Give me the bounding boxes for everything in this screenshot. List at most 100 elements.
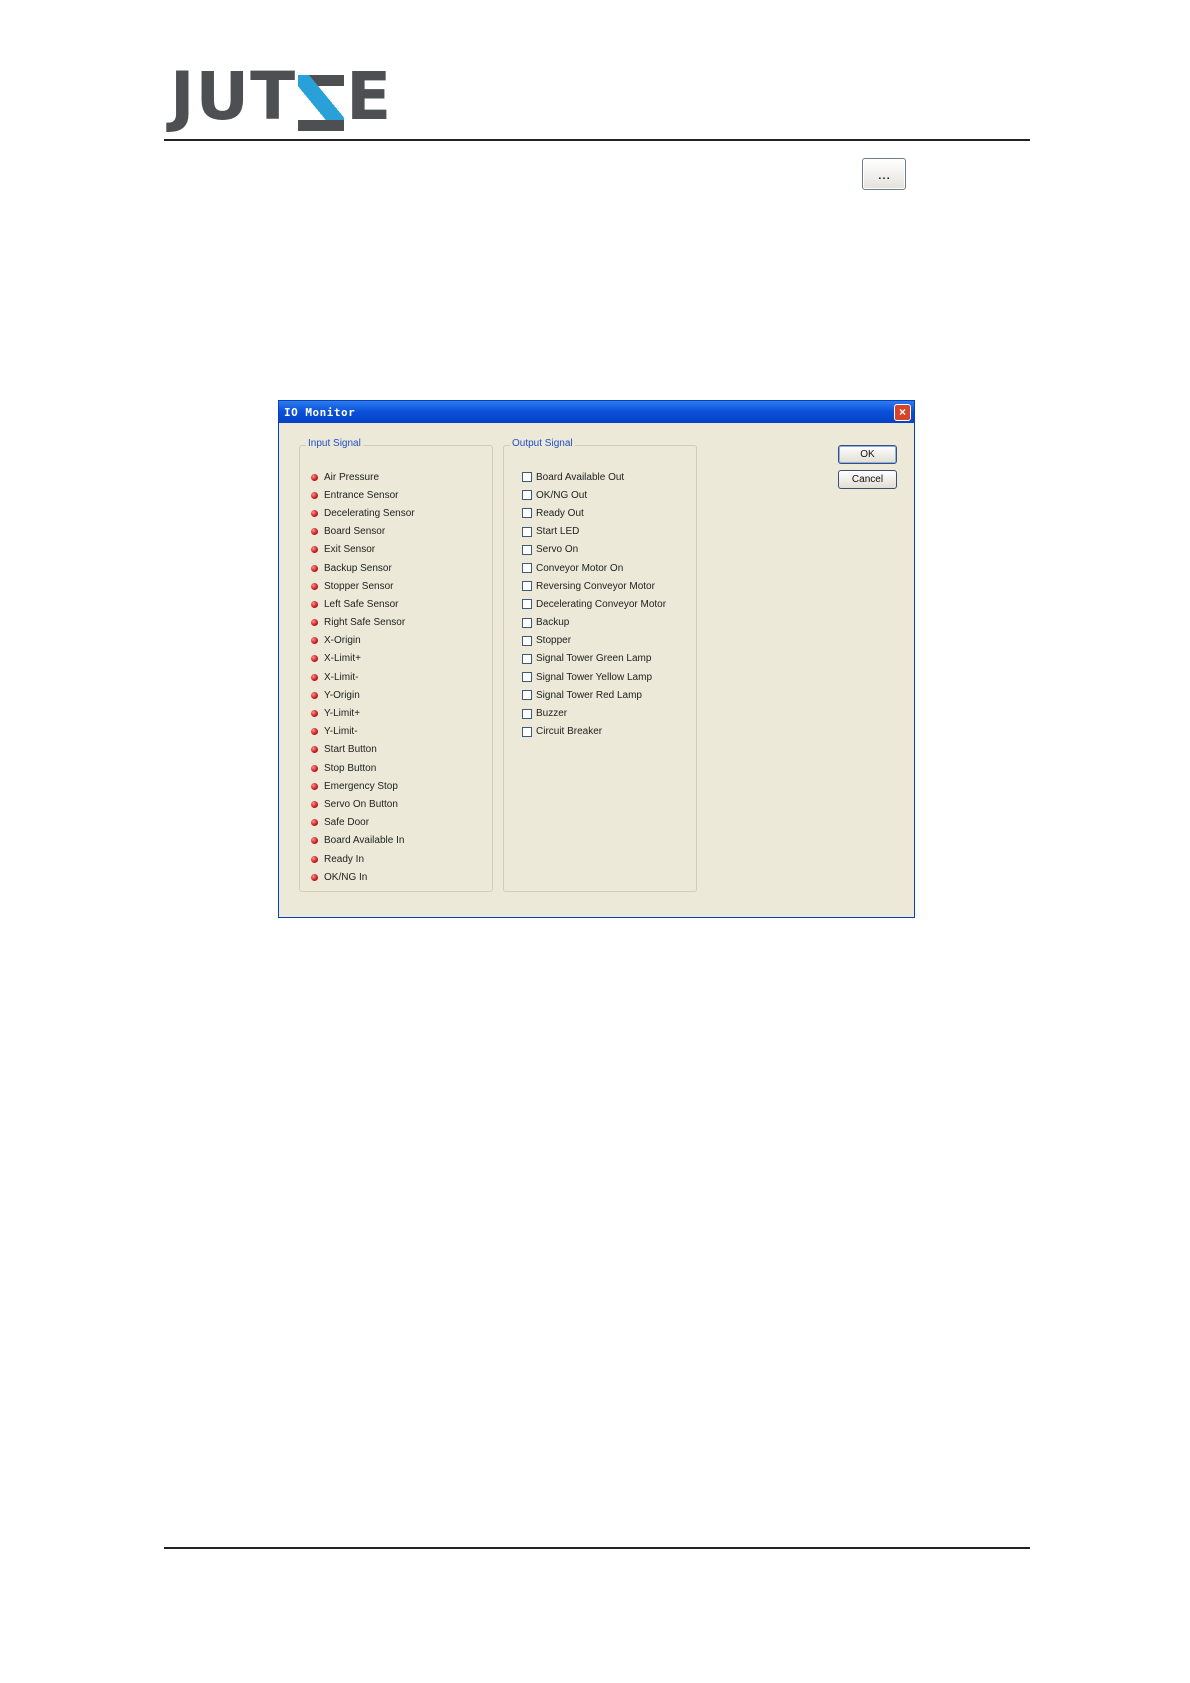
- led-indicator-icon: [311, 819, 318, 827]
- cancel-button[interactable]: Cancel: [838, 470, 897, 489]
- signal-label: Servo On: [536, 544, 579, 556]
- output-checkbox[interactable]: [522, 635, 532, 646]
- output-signal-item[interactable]: OK/NG Out: [522, 486, 666, 504]
- input-signal-item: Board Available In: [311, 832, 415, 850]
- signal-label: Exit Sensor: [324, 544, 376, 556]
- output-checkbox[interactable]: [522, 508, 532, 519]
- output-checkbox[interactable]: [522, 472, 532, 483]
- logo-text-jut: JUT: [170, 58, 297, 135]
- ellipsis-button[interactable]: ...: [862, 158, 906, 190]
- output-checkbox[interactable]: [522, 672, 532, 683]
- output-signal-item[interactable]: Signal Tower Red Lamp: [522, 686, 666, 704]
- led-indicator-icon: [311, 691, 318, 699]
- led-indicator-icon: [311, 509, 318, 517]
- dialog-titlebar[interactable]: IO Monitor ×: [279, 401, 914, 423]
- led-indicator-icon: [311, 528, 318, 536]
- led-indicator-icon: [311, 710, 318, 718]
- output-checkbox[interactable]: [522, 708, 532, 719]
- output-signal-group: Output Signal Board Available Out OK/NG O…: [503, 438, 697, 892]
- output-checkbox[interactable]: [522, 690, 532, 701]
- signal-label: Servo On Button: [324, 798, 398, 810]
- output-signal-item[interactable]: Board Available Out: [522, 468, 666, 486]
- output-checkbox[interactable]: [522, 653, 532, 664]
- led-indicator-icon: [311, 764, 318, 772]
- output-checkbox[interactable]: [522, 490, 532, 501]
- output-signal-item[interactable]: Servo On: [522, 541, 666, 559]
- output-checkbox[interactable]: [522, 581, 532, 592]
- signal-label: Stopper: [536, 635, 572, 647]
- signal-label: Safe Door: [324, 817, 370, 829]
- led-indicator-icon: [311, 491, 318, 499]
- led-indicator-icon: [311, 546, 318, 554]
- input-signal-item: Y-Limit+: [311, 704, 415, 722]
- led-indicator-icon: [311, 873, 318, 881]
- output-signal-item[interactable]: Backup: [522, 614, 666, 632]
- input-signal-item: Y-Limit-: [311, 723, 415, 741]
- ok-button[interactable]: OK: [838, 445, 897, 464]
- output-signal-item[interactable]: Ready Out: [522, 504, 666, 522]
- signal-label: Right Safe Sensor: [324, 617, 406, 629]
- signal-label: X-Limit-: [324, 671, 359, 683]
- input-signal-item: Board Sensor: [311, 523, 415, 541]
- input-signal-item: Left Safe Sensor: [311, 595, 415, 613]
- signal-label: X-Origin: [324, 635, 361, 647]
- signal-label: Board Sensor: [324, 526, 386, 538]
- output-signal-item[interactable]: Circuit Breaker: [522, 723, 666, 741]
- input-signal-item: X-Limit+: [311, 650, 415, 668]
- input-signal-item: Ready In: [311, 850, 415, 868]
- signal-label: Reversing Conveyor Motor: [536, 580, 655, 592]
- input-signal-item: Safe Door: [311, 814, 415, 832]
- signal-label: Y-Origin: [324, 689, 360, 701]
- output-signal-item[interactable]: Stopper: [522, 632, 666, 650]
- output-signal-item[interactable]: Signal Tower Green Lamp: [522, 650, 666, 668]
- output-signal-item[interactable]: Reversing Conveyor Motor: [522, 577, 666, 595]
- led-indicator-icon: [311, 564, 318, 572]
- signal-label: Buzzer: [536, 708, 568, 720]
- led-indicator-icon: [311, 782, 318, 790]
- input-signal-item: Entrance Sensor: [311, 486, 415, 504]
- signal-label: Air Pressure: [324, 471, 380, 483]
- close-icon[interactable]: ×: [894, 403, 911, 421]
- signal-label: Board Available Out: [536, 471, 625, 483]
- output-signal-item[interactable]: Signal Tower Yellow Lamp: [522, 668, 666, 686]
- signal-label: Entrance Sensor: [324, 489, 399, 501]
- signal-label: Ready Out: [536, 507, 584, 519]
- output-checkbox[interactable]: [522, 563, 532, 574]
- signal-label: Signal Tower Yellow Lamp: [536, 671, 653, 683]
- output-checkbox[interactable]: [522, 526, 532, 537]
- signal-label: Stopper Sensor: [324, 580, 394, 592]
- led-indicator-icon: [311, 600, 318, 608]
- input-signal-item: Air Pressure: [311, 468, 415, 486]
- footer-rule: [164, 1547, 1030, 1549]
- output-signal-item[interactable]: Conveyor Motor On: [522, 559, 666, 577]
- output-checkbox[interactable]: [522, 617, 532, 628]
- input-signal-item: OK/NG In: [311, 868, 415, 886]
- logo-text-e: E: [346, 58, 393, 135]
- logo-z-mark: [298, 75, 345, 131]
- output-signal-item[interactable]: Start LED: [522, 523, 666, 541]
- signal-label: Backup Sensor: [324, 562, 392, 574]
- input-signal-item: Right Safe Sensor: [311, 614, 415, 632]
- signal-label: Start Button: [324, 744, 377, 756]
- signal-label: Y-Limit-: [324, 726, 358, 738]
- led-indicator-icon: [311, 855, 318, 863]
- output-checkbox[interactable]: [522, 599, 532, 610]
- signal-label: Decelerating Conveyor Motor: [536, 598, 667, 610]
- output-signal-item[interactable]: Buzzer: [522, 704, 666, 722]
- jutze-logo: JUT E: [170, 58, 393, 135]
- input-signal-item: Stopper Sensor: [311, 577, 415, 595]
- output-signal-list: Board Available Out OK/NG Out Ready Out Sta…: [522, 468, 666, 741]
- input-signal-item: Servo On Button: [311, 795, 415, 813]
- signal-label: Conveyor Motor On: [536, 562, 624, 574]
- output-checkbox[interactable]: [522, 544, 532, 555]
- signal-label: Stop Button: [324, 762, 377, 774]
- signal-label: Board Available In: [324, 835, 405, 847]
- output-checkbox[interactable]: [522, 726, 532, 737]
- led-indicator-icon: [311, 637, 318, 645]
- output-signal-item[interactable]: Decelerating Conveyor Motor: [522, 595, 666, 613]
- signal-label: X-Limit+: [324, 653, 361, 665]
- led-indicator-icon: [311, 800, 318, 808]
- led-indicator-icon: [311, 728, 318, 736]
- input-signal-item: Exit Sensor: [311, 541, 415, 559]
- signal-label: OK/NG Out: [536, 489, 588, 501]
